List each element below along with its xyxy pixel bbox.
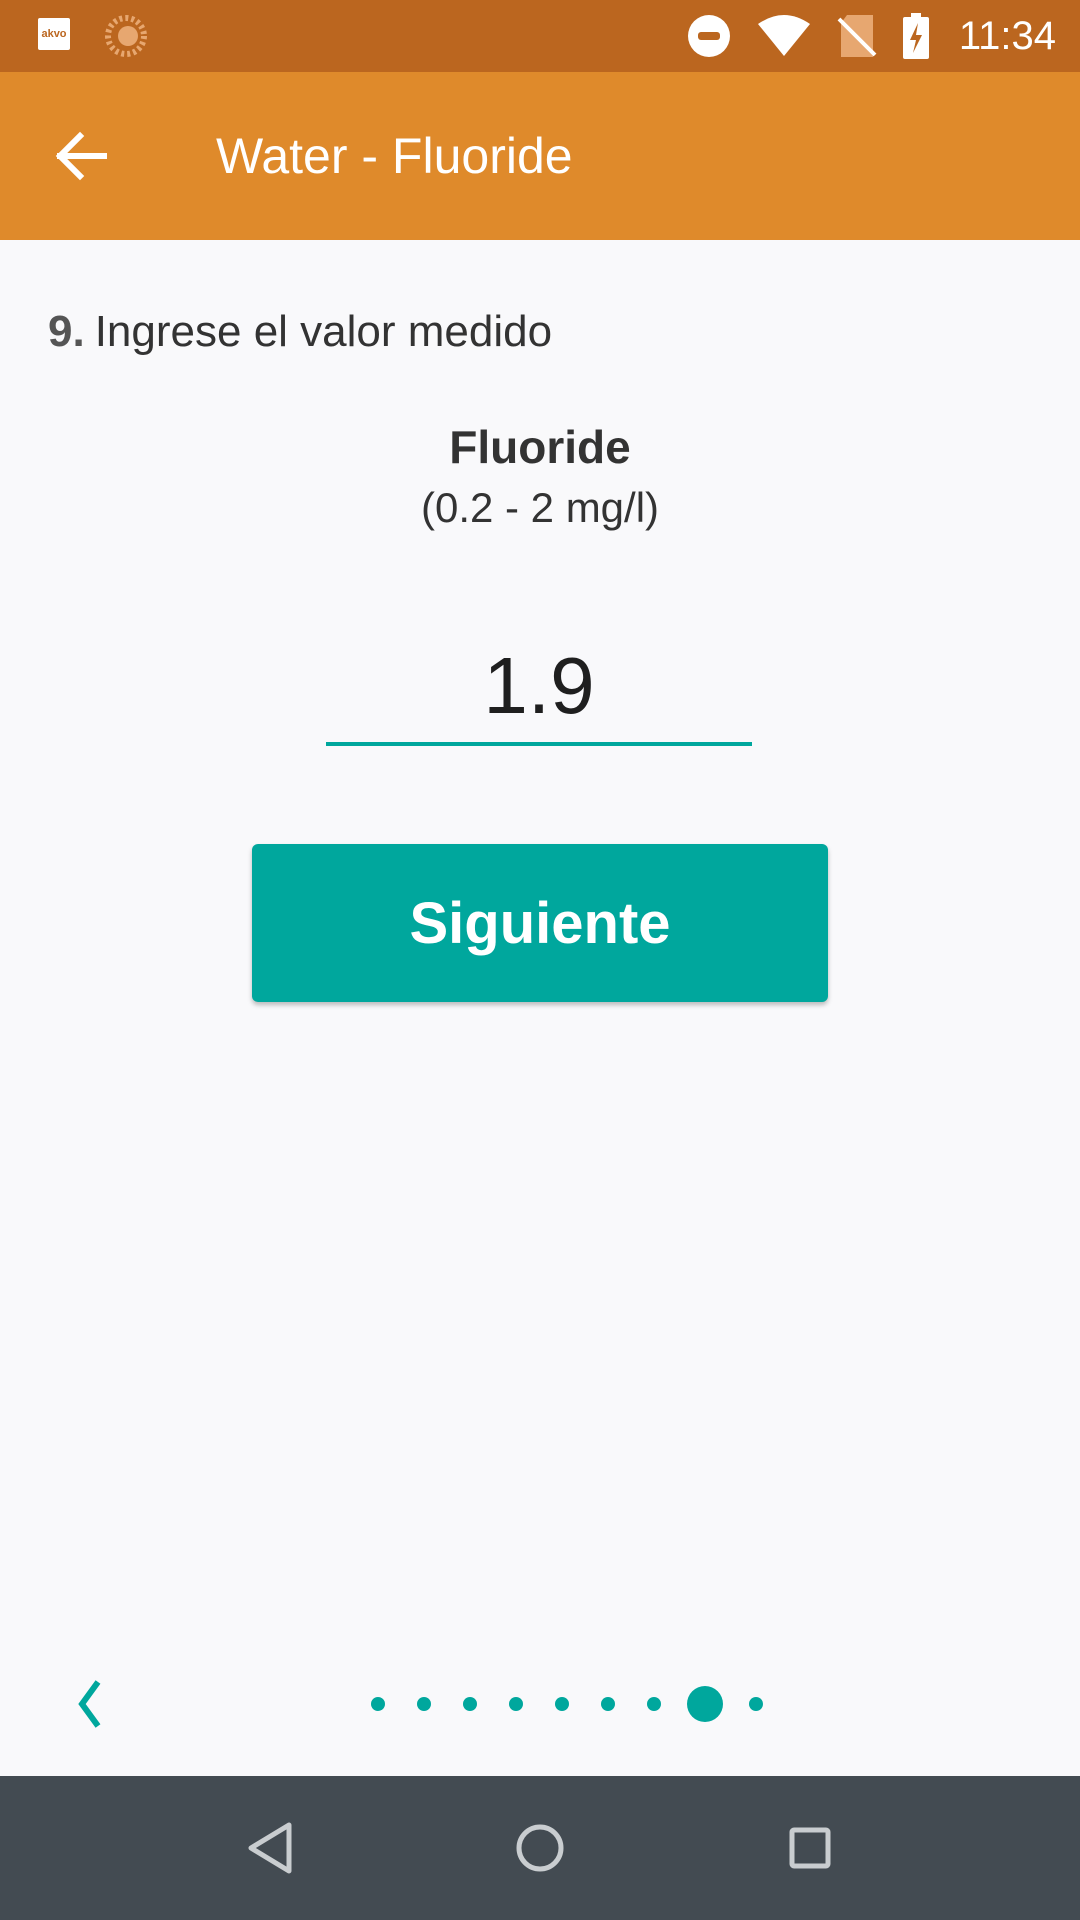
page-title: Water - Fluoride xyxy=(216,128,573,184)
do-not-disturb-icon xyxy=(687,14,731,58)
page-dot xyxy=(647,1697,661,1711)
nav-recents-icon[interactable] xyxy=(778,1816,842,1880)
akvo-app-icon: akvo xyxy=(38,18,70,50)
page-dot xyxy=(463,1697,477,1711)
page-dot xyxy=(417,1697,431,1711)
battery-charging-icon xyxy=(902,13,929,59)
page-dot xyxy=(555,1697,569,1711)
page-dot xyxy=(371,1697,385,1711)
app-bar: Water - Fluoride xyxy=(0,72,1080,240)
next-button[interactable]: Siguiente xyxy=(252,844,828,1002)
nav-back-icon[interactable] xyxy=(238,1816,302,1880)
sun-icon xyxy=(104,14,148,63)
question-text: Ingrese el valor medido xyxy=(94,307,553,356)
chevron-left-icon[interactable] xyxy=(72,1676,112,1732)
page-dot-active xyxy=(687,1686,723,1722)
question: 9. Ingrese el valor medido xyxy=(48,304,552,360)
page-dot xyxy=(749,1697,763,1711)
arrow-left-icon[interactable] xyxy=(52,128,112,184)
page-dot xyxy=(509,1697,523,1711)
status-time: 11:34 xyxy=(958,13,1056,58)
system-nav-bar xyxy=(0,1776,1080,1920)
question-number: 9. xyxy=(48,307,85,356)
page-dot xyxy=(601,1697,615,1711)
no-sim-icon xyxy=(837,13,877,59)
page-indicator xyxy=(355,1686,779,1722)
measured-value-input[interactable] xyxy=(326,630,752,746)
parameter-name: Fluoride xyxy=(449,421,631,473)
parameter-range: (0.2 - 2 mg/l) xyxy=(420,484,660,531)
status-bar: akvo 11:34 xyxy=(0,0,1080,72)
nav-home-icon[interactable] xyxy=(508,1816,572,1880)
wifi-icon xyxy=(757,14,811,58)
